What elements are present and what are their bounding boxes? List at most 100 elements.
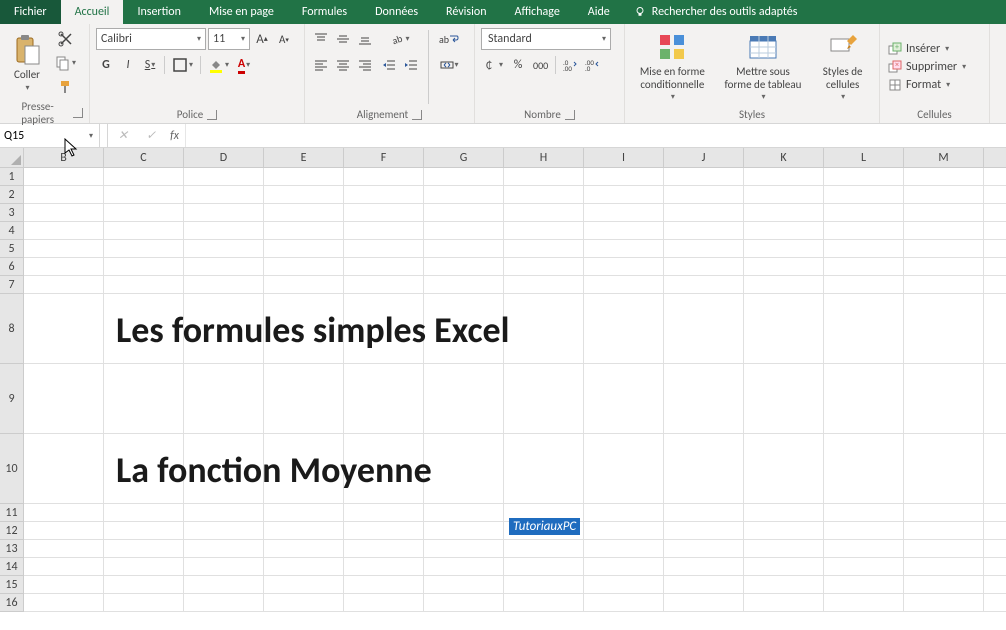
cell[interactable] — [664, 186, 744, 204]
conditional-formatting-button[interactable]: Mise en forme conditionnelle▾ — [631, 28, 713, 106]
percent-format-button[interactable]: % — [508, 54, 528, 76]
cell[interactable] — [504, 576, 584, 594]
cell[interactable] — [504, 168, 584, 186]
row-header[interactable]: 12 — [0, 522, 23, 540]
cell[interactable] — [824, 258, 904, 276]
cell[interactable] — [504, 222, 584, 240]
cut-button[interactable] — [52, 28, 79, 50]
cell[interactable] — [264, 294, 344, 364]
cell[interactable] — [184, 258, 264, 276]
cell[interactable] — [344, 594, 424, 612]
increase-font-button[interactable]: A▴ — [252, 28, 272, 50]
column-header[interactable]: L — [824, 148, 904, 167]
row-header[interactable]: 7 — [0, 276, 23, 294]
cell[interactable] — [584, 168, 664, 186]
tab-help[interactable]: Aide — [574, 0, 624, 24]
cell[interactable] — [344, 168, 424, 186]
cell[interactable] — [424, 258, 504, 276]
cell[interactable] — [904, 576, 984, 594]
cell[interactable] — [104, 434, 184, 504]
underline-button[interactable]: S▾ — [140, 54, 160, 76]
cell[interactable] — [904, 434, 984, 504]
cell[interactable] — [824, 434, 904, 504]
cell[interactable] — [504, 504, 584, 522]
cell[interactable] — [104, 294, 184, 364]
cell[interactable] — [904, 294, 984, 364]
cell[interactable] — [824, 186, 904, 204]
cell[interactable] — [344, 434, 424, 504]
row-header[interactable]: 13 — [0, 540, 23, 558]
cell[interactable] — [344, 258, 424, 276]
cell[interactable] — [664, 522, 744, 540]
cell[interactable] — [584, 522, 664, 540]
borders-button[interactable]: ▾ — [169, 54, 196, 76]
cell[interactable] — [664, 240, 744, 258]
cell[interactable] — [24, 258, 104, 276]
cell[interactable] — [264, 434, 344, 504]
format-as-table-button[interactable]: Mettre sous forme de tableau▾ — [718, 28, 808, 106]
cell[interactable] — [744, 522, 824, 540]
cell[interactable] — [504, 240, 584, 258]
accounting-format-button[interactable]: ₵▾ — [481, 54, 506, 76]
cell[interactable] — [184, 186, 264, 204]
tab-home[interactable]: Accueil — [61, 0, 124, 24]
row-header[interactable]: 8 — [0, 294, 23, 364]
cell[interactable] — [24, 294, 104, 364]
cell[interactable] — [904, 594, 984, 612]
cell[interactable] — [184, 504, 264, 522]
align-top-button[interactable] — [311, 28, 331, 50]
align-center-button[interactable] — [333, 54, 353, 76]
cell[interactable] — [24, 168, 104, 186]
cell[interactable] — [344, 186, 424, 204]
cell[interactable] — [104, 594, 184, 612]
number-format-select[interactable]: Standard▾ — [481, 28, 611, 50]
merge-center-button[interactable]: ▾ — [436, 54, 462, 76]
column-header[interactable]: I — [584, 148, 664, 167]
increase-decimal-button[interactable]: .0.00 — [560, 54, 580, 76]
row-header[interactable]: 2 — [0, 186, 23, 204]
cell[interactable] — [424, 558, 504, 576]
cell[interactable] — [264, 558, 344, 576]
row-header[interactable]: 1 — [0, 168, 23, 186]
cell[interactable] — [584, 576, 664, 594]
cell[interactable] — [824, 594, 904, 612]
cell[interactable] — [24, 576, 104, 594]
cell[interactable] — [344, 276, 424, 294]
cell[interactable] — [584, 594, 664, 612]
font-color-button[interactable]: A▾ — [234, 54, 254, 76]
cell[interactable] — [824, 276, 904, 294]
cell[interactable] — [904, 540, 984, 558]
cell[interactable] — [184, 294, 264, 364]
cell[interactable] — [504, 540, 584, 558]
cell[interactable] — [744, 204, 824, 222]
cell[interactable] — [664, 258, 744, 276]
cell[interactable] — [664, 294, 744, 364]
cell[interactable] — [184, 222, 264, 240]
cell[interactable] — [824, 222, 904, 240]
cell[interactable] — [264, 276, 344, 294]
cell[interactable] — [504, 276, 584, 294]
cell[interactable] — [424, 294, 504, 364]
cell[interactable] — [744, 504, 824, 522]
font-size-select[interactable]: 11▾ — [208, 28, 250, 50]
row-header[interactable]: 10 — [0, 434, 23, 504]
cell[interactable] — [24, 240, 104, 258]
cell[interactable] — [744, 186, 824, 204]
cell[interactable] — [904, 558, 984, 576]
wrap-text-button[interactable]: ab — [436, 28, 462, 50]
cell[interactable] — [744, 222, 824, 240]
cell[interactable] — [584, 364, 664, 434]
cell[interactable] — [104, 204, 184, 222]
cell[interactable] — [264, 168, 344, 186]
cell[interactable] — [824, 504, 904, 522]
fill-color-button[interactable]: ▾ — [205, 54, 232, 76]
cell[interactable] — [104, 258, 184, 276]
cell[interactable] — [344, 504, 424, 522]
cell[interactable] — [584, 540, 664, 558]
cell[interactable] — [344, 240, 424, 258]
row-header[interactable]: 6 — [0, 258, 23, 276]
font-name-select[interactable]: Calibri▾ — [96, 28, 206, 50]
decrease-font-button[interactable]: A▾ — [274, 28, 294, 50]
cell[interactable] — [904, 204, 984, 222]
cell[interactable] — [104, 240, 184, 258]
